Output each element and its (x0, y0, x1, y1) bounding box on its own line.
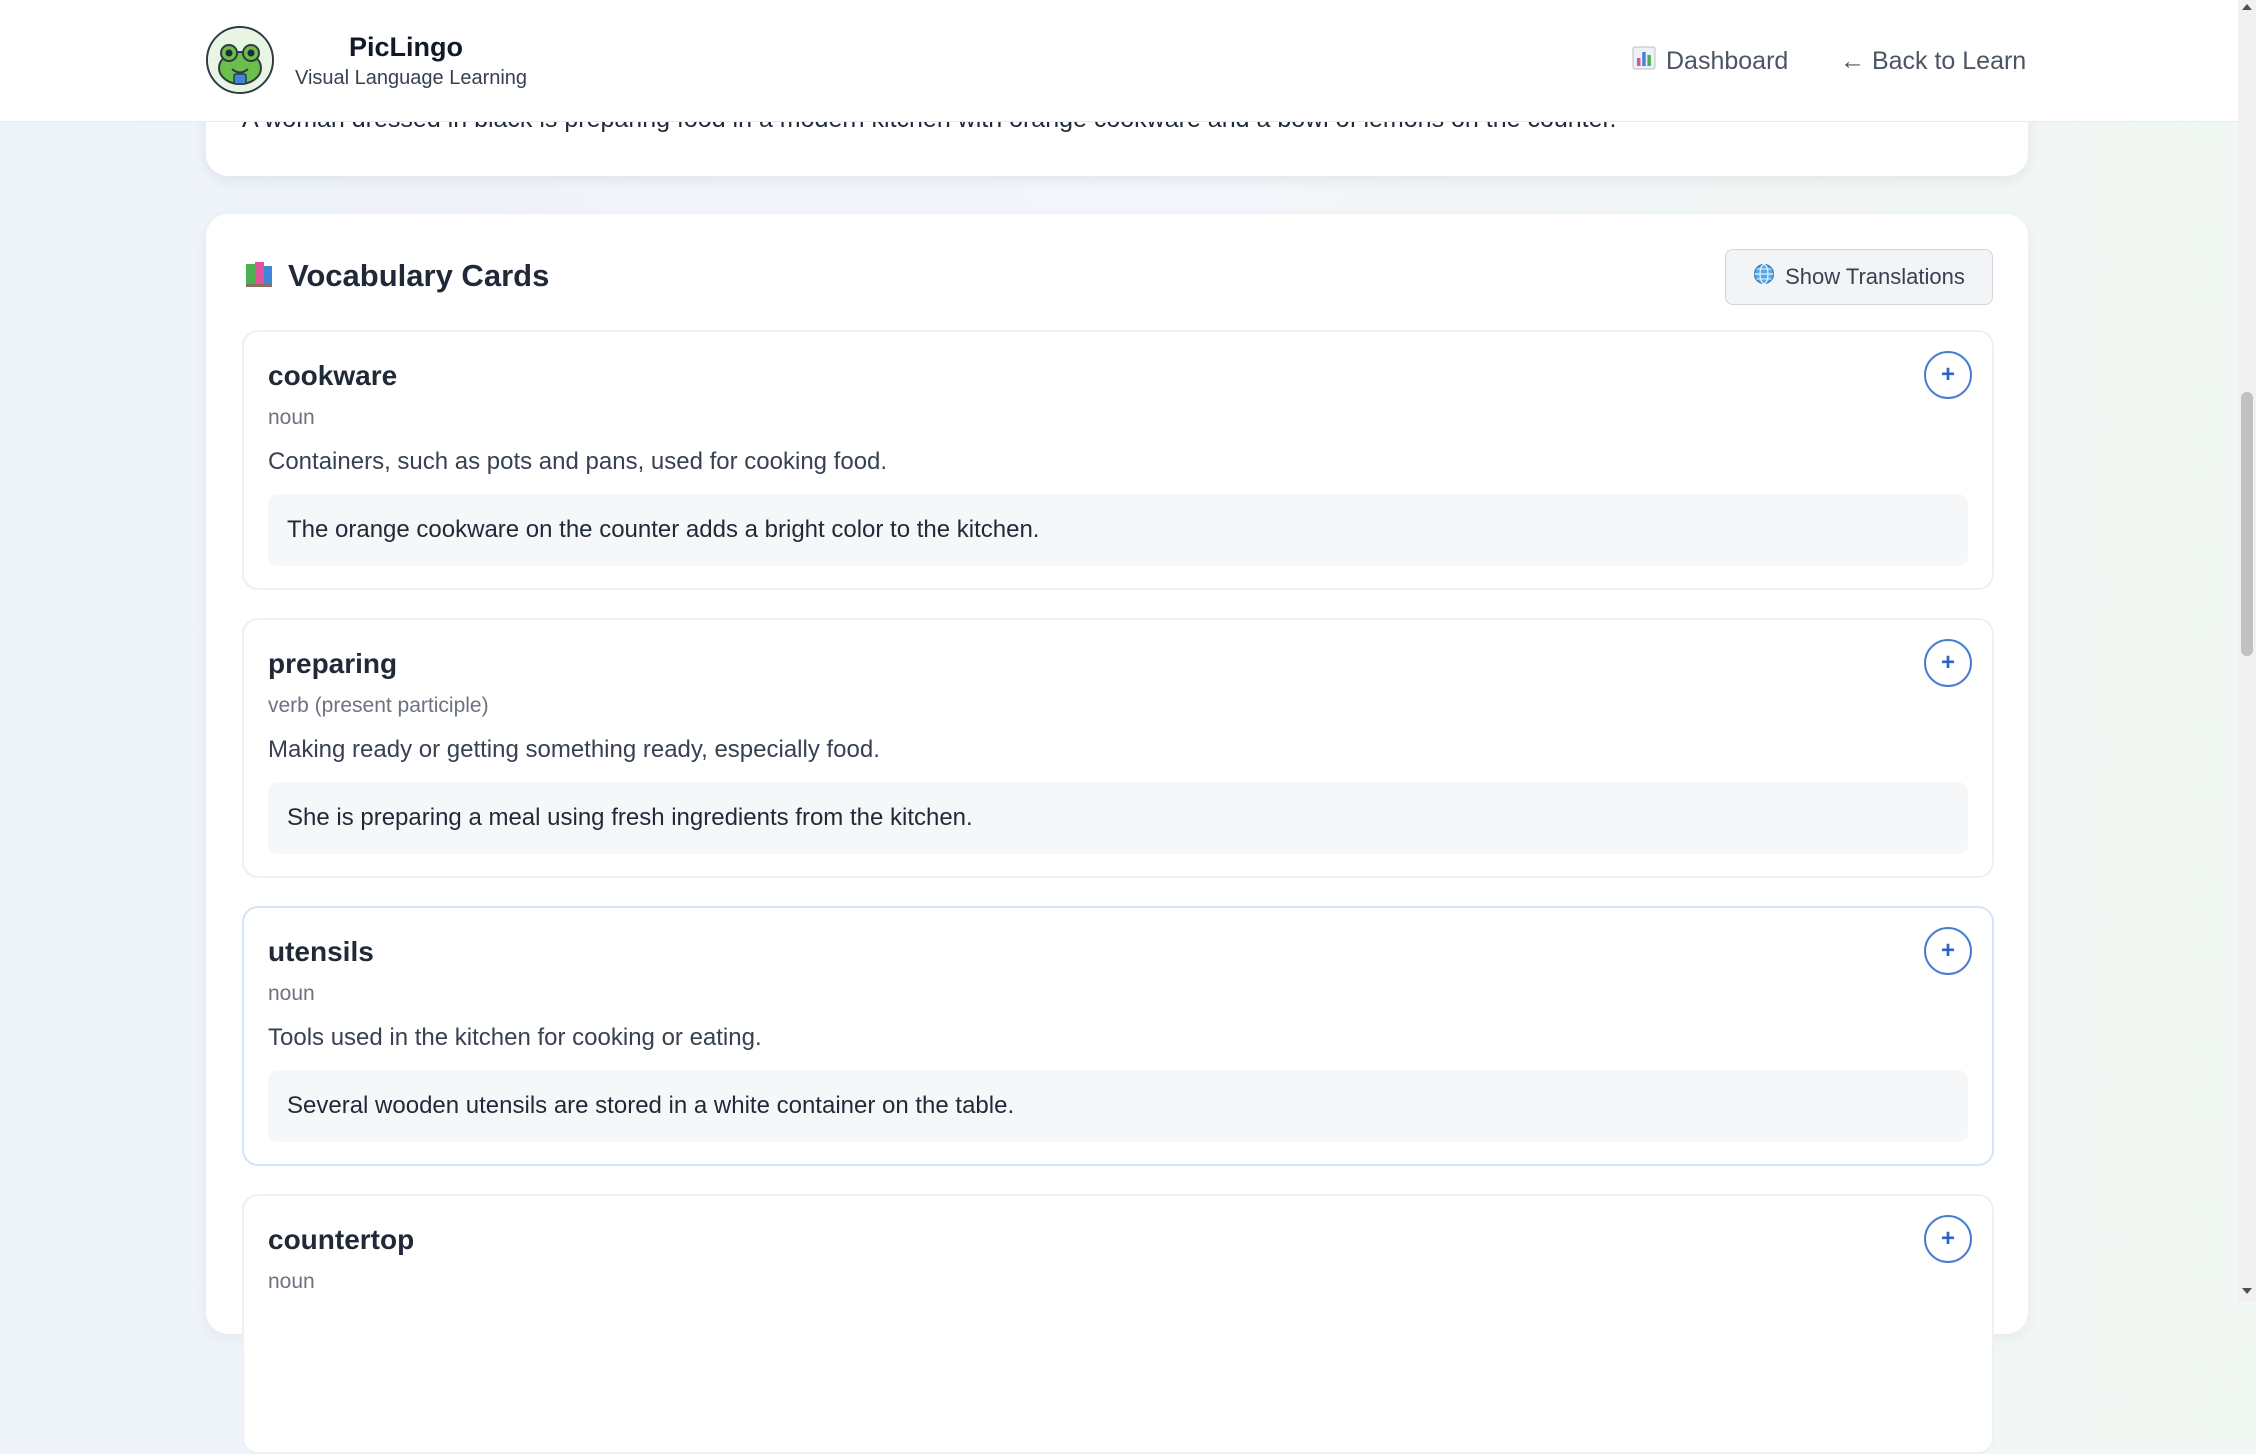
add-word-button[interactable]: + (1924, 351, 1972, 399)
app-header: PicLingo Visual Language Learning Dashbo… (0, 0, 2238, 122)
vocab-word: cookware (268, 360, 398, 391)
back-to-learn-link[interactable]: ← Back to Learn (1840, 45, 2026, 77)
vocab-example: Several wooden utensils are stored in a … (268, 1070, 1968, 1142)
scrollbar-thumb[interactable] (2241, 392, 2253, 656)
bar-chart-icon (1632, 46, 1656, 77)
scroll-down-arrow-icon[interactable] (2238, 1286, 2256, 1300)
vocab-example: The orange cookware on the counter adds … (268, 494, 1968, 566)
vocab-word: utensils (268, 936, 374, 967)
add-word-button[interactable]: + (1924, 927, 1972, 975)
add-word-button[interactable]: + (1924, 639, 1972, 687)
part-of-speech: noun (268, 406, 315, 429)
add-word-button[interactable]: + (1924, 1215, 1972, 1263)
globe-icon (1753, 263, 1775, 291)
vocabulary-title: Vocabulary Cards (288, 258, 550, 293)
books-icon (244, 260, 274, 293)
vocabulary-heading: Vocabulary Cards (244, 258, 549, 294)
part-of-speech: verb (present participle) (268, 694, 489, 717)
part-of-speech: noun (268, 982, 315, 1005)
vocab-card-preparing: preparing verb (present participle) Maki… (242, 618, 1994, 878)
scroll-up-arrow-icon[interactable] (2238, 2, 2256, 16)
vertical-scrollbar[interactable] (2238, 0, 2256, 1302)
vocab-card-countertop: countertop noun + (242, 1194, 1994, 1454)
show-translations-button[interactable]: Show Translations (1725, 249, 1993, 305)
part-of-speech: noun (268, 1270, 315, 1293)
dashboard-link[interactable]: Dashboard (1632, 45, 1788, 77)
vocab-definition: Tools used in the kitchen for cooking or… (268, 1024, 762, 1051)
vocab-definition: Containers, such as pots and pans, used … (268, 448, 888, 475)
vocab-card-cookware: cookware noun Containers, such as pots a… (242, 330, 1994, 590)
brand-subtitle: Visual Language Learning (295, 67, 528, 89)
vocab-example: She is preparing a meal using fresh ingr… (268, 782, 1968, 854)
show-translations-label: Show Translations (1785, 264, 1965, 289)
vocab-definition: Making ready or getting something ready,… (268, 736, 880, 763)
vocab-card-utensils: utensils noun Tools used in the kitchen … (242, 906, 1994, 1166)
vocabulary-section: Vocabulary Cards Show Translations cookw… (206, 214, 2028, 1454)
dashboard-label: Dashboard (1666, 46, 1789, 75)
brand-title: PicLingo (349, 32, 463, 62)
vocab-word: preparing (268, 648, 398, 679)
frog-mascot-icon (206, 26, 274, 94)
vocab-word: countertop (268, 1224, 415, 1255)
